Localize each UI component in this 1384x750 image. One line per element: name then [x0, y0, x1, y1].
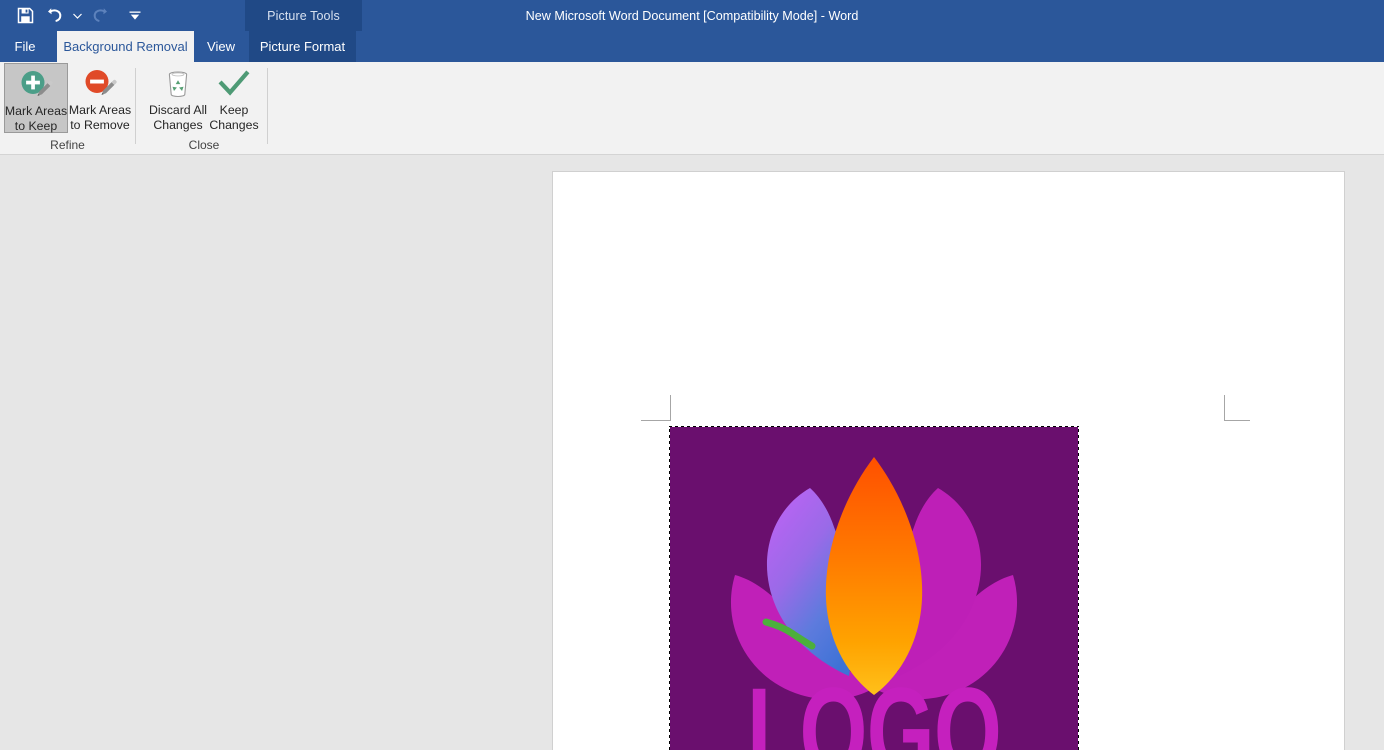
keep-changes-label-line2: Changes [209, 118, 259, 132]
tab-view[interactable]: View [196, 31, 246, 62]
ribbon-group-close-label: Close [188, 138, 220, 152]
mark-areas-to-keep-label-line2: to Keep [14, 119, 58, 133]
mark-areas-to-remove-label-line1: Mark Areas [68, 103, 132, 117]
checkmark-icon [217, 67, 251, 101]
customize-quick-access-icon[interactable] [128, 3, 142, 29]
undo-icon[interactable] [41, 3, 67, 29]
top-right-margin-mark [1224, 395, 1250, 421]
document-title: New Microsoft Word Document [Compatibili… [525, 8, 859, 23]
ribbon-tab-row: File Background Removal View Picture For… [0, 31, 1384, 85]
ribbon-group-separator-1 [135, 68, 136, 144]
discard-all-changes-button[interactable]: Discard All Changes [146, 63, 210, 133]
recycle-bin-icon [161, 67, 195, 101]
contextual-tab-group-banner: Picture Tools [245, 0, 362, 31]
title-bar: Picture Tools New Microsoft Word Documen… [0, 0, 1384, 31]
ribbon: Refine Mark Areas to Keep Mark Areas to … [0, 62, 1384, 155]
discard-all-changes-label-line2: Changes [153, 118, 203, 132]
tab-background-removal[interactable]: Background Removal [57, 31, 194, 62]
lotus-logo-artwork: LOGO [670, 427, 1078, 750]
svg-text:LOGO: LOGO [747, 661, 1001, 750]
contextual-tab-group-label: Picture Tools [267, 8, 340, 23]
mark-areas-to-remove-button[interactable]: Mark Areas to Remove [69, 63, 131, 133]
mark-areas-to-keep-label-line1: Mark Areas [4, 104, 68, 118]
ribbon-group-separator-2 [267, 68, 268, 144]
undo-dropdown-icon[interactable] [70, 3, 84, 29]
mark-areas-to-remove-label-line2: to Remove [70, 118, 130, 132]
mark-areas-to-keep-button[interactable]: Mark Areas to Keep [4, 63, 68, 133]
tab-file[interactable]: File [0, 31, 50, 62]
mark-areas-to-remove-icon [81, 67, 119, 101]
discard-all-changes-label-line1: Discard All [148, 103, 208, 117]
mark-areas-to-keep-icon [17, 68, 55, 102]
keep-changes-label-line1: Keep [219, 103, 249, 117]
document-canvas[interactable]: LOGO [0, 155, 1384, 750]
top-left-margin-mark [641, 395, 671, 421]
redo-icon [87, 3, 113, 29]
lotus-logo-image[interactable]: LOGO [669, 426, 1079, 750]
ribbon-group-refine-label: Refine [50, 138, 85, 152]
save-icon[interactable] [12, 3, 38, 29]
word-application-window: Picture Tools New Microsoft Word Documen… [0, 0, 1384, 750]
keep-changes-button[interactable]: Keep Changes [204, 63, 264, 133]
tab-picture-format[interactable]: Picture Format [249, 31, 356, 62]
quick-access-toolbar [0, 0, 142, 31]
